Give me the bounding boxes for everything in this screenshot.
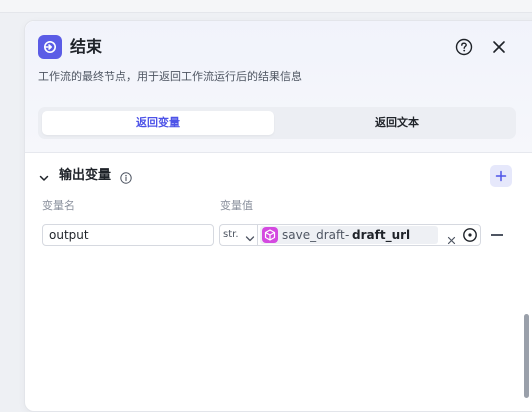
reference-chip[interactable]: save_draft - draft_url <box>260 226 438 244</box>
chevron-down-icon <box>245 231 255 242</box>
variable-value-reference[interactable]: save_draft - draft_url <box>257 224 481 246</box>
end-node-icon <box>38 35 62 59</box>
canvas-top-strip <box>0 0 532 13</box>
node-title: 结束 <box>70 37 103 56</box>
output-section-title: 输出变量 <box>59 168 112 183</box>
cube-icon <box>262 227 278 243</box>
plus-icon <box>495 170 507 182</box>
target-icon[interactable] <box>462 227 478 243</box>
clear-icon[interactable] <box>447 230 456 245</box>
tab-return-text[interactable]: 返回文本 <box>282 111 512 135</box>
variable-type-label: str. <box>223 229 239 240</box>
scrollbar-thumb[interactable] <box>524 314 529 398</box>
reference-separator: - <box>345 228 350 242</box>
column-header-value: 变量值 <box>220 199 253 212</box>
minus-icon[interactable] <box>491 234 503 236</box>
variable-name-input[interactable] <box>42 224 214 246</box>
return-mode-tabs: 返回变量 返回文本 <box>38 107 516 139</box>
info-icon[interactable] <box>120 169 132 184</box>
help-icon[interactable] <box>455 38 473 56</box>
end-node-panel: 结束 工作流的最终节点，用于返回工作流运行后的结果信息 返回变量 返回文本 输出… <box>24 20 532 412</box>
node-description: 工作流的最终节点，用于返回工作流运行后的结果信息 <box>38 70 302 83</box>
add-variable-button[interactable] <box>490 165 512 187</box>
reference-node-name: save_draft <box>282 228 345 242</box>
chevron-down-icon[interactable] <box>38 169 50 181</box>
tab-return-variables[interactable]: 返回变量 <box>42 111 274 135</box>
close-icon[interactable] <box>490 38 508 56</box>
reference-field-name: draft_url <box>352 228 411 242</box>
column-header-name: 变量名 <box>42 199 75 212</box>
variable-type-select[interactable]: str. <box>219 224 257 246</box>
